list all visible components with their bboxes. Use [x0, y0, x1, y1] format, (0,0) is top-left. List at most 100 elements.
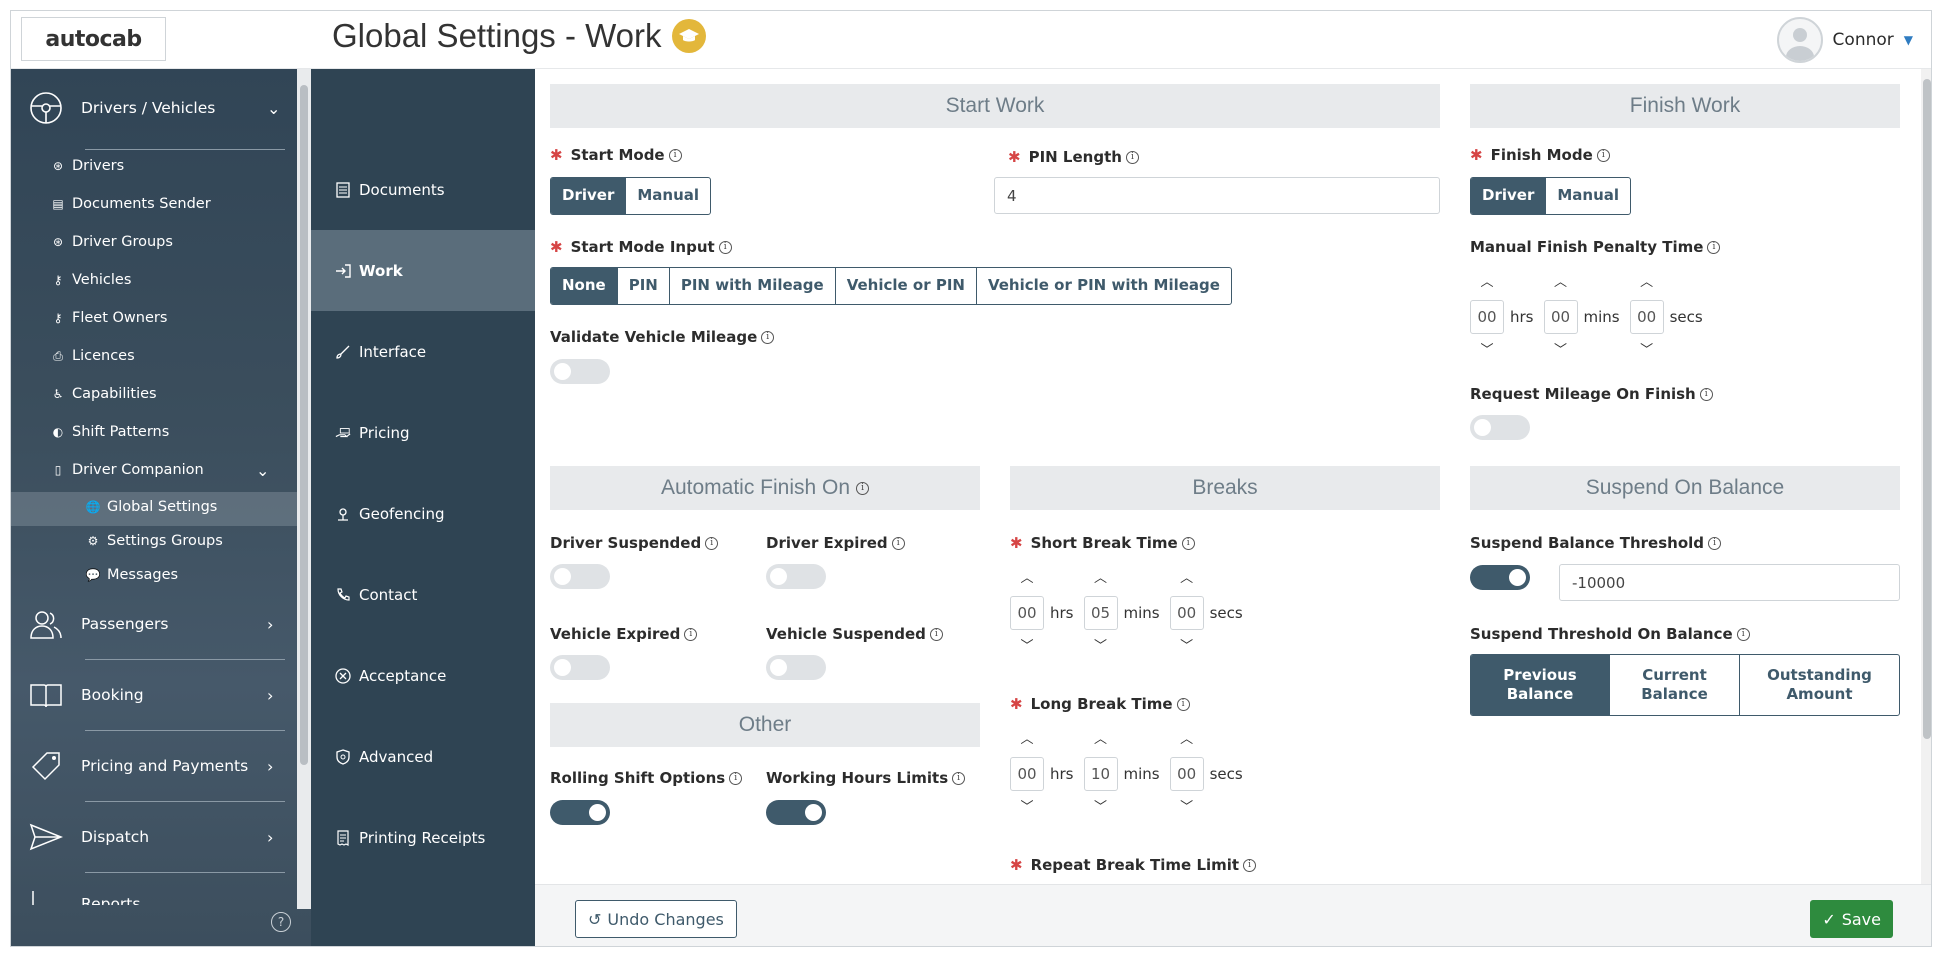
- sidebar-item-drivers[interactable]: ⊛ Drivers: [52, 158, 124, 174]
- chevron-up-icon[interactable]: ︿: [1630, 274, 1664, 292]
- chevron-down-icon[interactable]: ﹀: [1544, 342, 1578, 360]
- threshold-current-balance[interactable]: Current Balance: [1609, 655, 1739, 715]
- vehicle-expired-toggle[interactable]: [550, 655, 610, 680]
- undo-changes-button[interactable]: ↺ Undo Changes: [575, 900, 737, 938]
- threshold-previous-balance[interactable]: Previous Balance: [1471, 655, 1609, 715]
- sidebar-group-reports[interactable]: Reports: [29, 887, 140, 905]
- tab-advanced[interactable]: Advanced: [311, 716, 535, 797]
- chevron-up-icon[interactable]: ︿: [1544, 274, 1578, 292]
- tab-documents[interactable]: Documents: [311, 149, 535, 230]
- chevron-down-icon[interactable]: ﹀: [1084, 638, 1118, 656]
- start-mode-driver-option[interactable]: Driver: [551, 178, 626, 214]
- suspend-threshold-input[interactable]: -10000: [1559, 564, 1900, 601]
- sidebar-subitem-global-settings[interactable]: 🌐 Global Settings: [86, 499, 218, 515]
- pin-length-input[interactable]: 4: [994, 177, 1440, 214]
- seconds-input[interactable]: 00: [1169, 596, 1204, 630]
- validate-mileage-toggle[interactable]: [550, 359, 610, 384]
- info-icon[interactable]: i: [1596, 148, 1610, 162]
- threshold-outstanding-amount[interactable]: Outstanding Amount: [1739, 655, 1899, 715]
- hours-input[interactable]: 00: [1010, 757, 1044, 791]
- info-icon[interactable]: i: [952, 771, 966, 785]
- sidebar-subitem-settings-groups[interactable]: ⚙ Settings Groups: [87, 533, 223, 549]
- sidebar-scroll-thumb[interactable]: [300, 85, 308, 765]
- chevron-down-icon[interactable]: ﹀: [1084, 799, 1118, 817]
- sidebar-item-driver-groups[interactable]: ⊛ Driver Groups: [52, 234, 173, 250]
- logo[interactable]: autocab: [21, 17, 166, 61]
- minutes-input[interactable]: 00: [1543, 300, 1578, 334]
- info-icon[interactable]: i: [718, 240, 732, 254]
- user-menu[interactable]: Connor ▼: [1776, 17, 1913, 63]
- info-icon[interactable]: i: [1243, 858, 1257, 872]
- chevron-down-icon[interactable]: ﹀: [1630, 342, 1664, 360]
- start-mode-input-pin[interactable]: PIN: [616, 268, 669, 304]
- info-icon[interactable]: i: [705, 536, 719, 550]
- driver-expired-toggle[interactable]: [766, 564, 826, 589]
- sidebar-item-fleet-owners[interactable]: ⚷ Fleet Owners: [52, 310, 168, 326]
- info-icon[interactable]: i: [1125, 150, 1139, 164]
- sidebar-item-shift-patterns[interactable]: ◐ Shift Patterns: [52, 424, 170, 440]
- tab-work[interactable]: Work: [311, 230, 535, 311]
- hours-input[interactable]: 00: [1470, 300, 1504, 334]
- sidebar-item-capabilities[interactable]: ♿ Capabilities: [52, 386, 157, 402]
- finish-mode-driver-option[interactable]: Driver: [1471, 178, 1546, 214]
- rolling-shift-toggle[interactable]: [550, 800, 610, 825]
- sidebar-group-dispatch[interactable]: Dispatch ›: [29, 820, 273, 854]
- request-mileage-toggle[interactable]: [1470, 415, 1530, 440]
- chevron-down-icon[interactable]: ﹀: [1170, 638, 1204, 656]
- sidebar-group-drivers-vehicles[interactable]: Drivers / Vehicles ⌄: [29, 91, 280, 125]
- seconds-input[interactable]: 00: [1169, 757, 1204, 791]
- info-icon[interactable]: i: [856, 481, 870, 495]
- chevron-up-icon[interactable]: ︿: [1010, 731, 1044, 749]
- info-icon[interactable]: i: [1707, 240, 1721, 254]
- chevron-up-icon[interactable]: ︿: [1170, 570, 1204, 588]
- help-icon[interactable]: ?: [271, 912, 291, 932]
- minutes-input[interactable]: 10: [1083, 757, 1118, 791]
- tab-geofencing[interactable]: Geofencing: [311, 473, 535, 554]
- info-icon[interactable]: i: [729, 771, 743, 785]
- start-mode-input-none[interactable]: None: [551, 268, 617, 304]
- start-mode-manual-option[interactable]: Manual: [625, 178, 710, 214]
- sidebar-item-documents-sender[interactable]: ▤ Documents Sender: [52, 196, 210, 212]
- chevron-down-icon[interactable]: ﹀: [1010, 799, 1044, 817]
- vehicle-suspended-toggle[interactable]: [766, 655, 826, 680]
- info-icon[interactable]: i: [891, 536, 905, 550]
- sidebar-subitem-messages[interactable]: 💬 Messages: [86, 567, 179, 583]
- tab-interface[interactable]: Interface: [311, 311, 535, 392]
- start-mode-input-vehicle-pin-mileage[interactable]: Vehicle or PIN with Mileage: [975, 268, 1231, 304]
- chevron-up-icon[interactable]: ︿: [1470, 274, 1504, 292]
- driver-suspended-toggle[interactable]: [550, 564, 610, 589]
- info-icon[interactable]: i: [1176, 697, 1190, 711]
- chevron-up-icon[interactable]: ︿: [1170, 731, 1204, 749]
- info-icon[interactable]: i: [761, 330, 775, 344]
- chevron-up-icon[interactable]: ︿: [1084, 731, 1118, 749]
- content-scroll-thumb[interactable]: [1923, 79, 1931, 739]
- info-icon[interactable]: i: [684, 627, 698, 641]
- chevron-down-icon[interactable]: ﹀: [1470, 342, 1504, 360]
- save-button[interactable]: ✓ Save: [1810, 900, 1893, 938]
- tab-contact[interactable]: Contact: [311, 554, 535, 635]
- info-icon[interactable]: i: [1699, 387, 1713, 401]
- sidebar-item-driver-companion[interactable]: ▯ Driver Companion: [52, 462, 204, 478]
- tab-acceptance[interactable]: Acceptance: [311, 635, 535, 716]
- content-scrollbar[interactable]: [1921, 69, 1931, 884]
- sidebar-item-vehicles[interactable]: ⚷ Vehicles: [52, 272, 132, 288]
- graduation-cap-icon[interactable]: [671, 19, 706, 53]
- chevron-down-icon[interactable]: ⌄: [256, 461, 269, 480]
- sidebar-group-booking[interactable]: Booking ›: [29, 678, 273, 712]
- hours-input[interactable]: 00: [1010, 596, 1044, 630]
- chevron-up-icon[interactable]: ︿: [1010, 570, 1044, 588]
- info-icon[interactable]: i: [1181, 536, 1195, 550]
- minutes-input[interactable]: 05: [1083, 596, 1118, 630]
- chevron-down-icon[interactable]: ﹀: [1170, 799, 1204, 817]
- chevron-down-icon[interactable]: ﹀: [1010, 638, 1044, 656]
- sidebar-group-pricing-payments[interactable]: Pricing and Payments ›: [29, 749, 273, 783]
- start-mode-input-vehicle-pin[interactable]: Vehicle or PIN: [834, 268, 976, 304]
- seconds-input[interactable]: 00: [1629, 300, 1664, 334]
- working-hours-toggle[interactable]: [766, 800, 826, 825]
- info-icon[interactable]: i: [668, 148, 682, 162]
- suspend-threshold-toggle[interactable]: [1470, 565, 1530, 590]
- sidebar-group-passengers[interactable]: Passengers ›: [29, 607, 273, 641]
- start-mode-input-pin-mileage[interactable]: PIN with Mileage: [668, 268, 835, 304]
- info-icon[interactable]: i: [929, 627, 943, 641]
- info-icon[interactable]: i: [1736, 627, 1750, 641]
